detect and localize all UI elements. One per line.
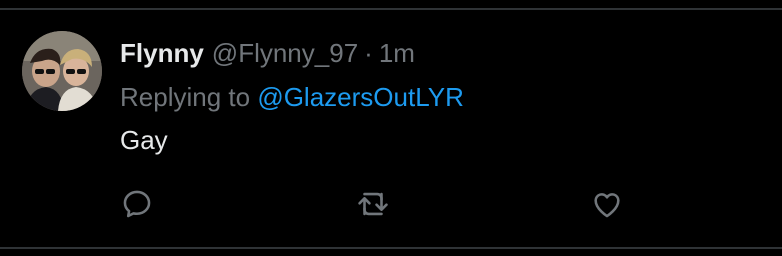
reply-button[interactable] [119, 186, 155, 222]
avatar[interactable] [22, 31, 102, 111]
replying-to-mention[interactable]: @GlazersOutLYR [257, 82, 464, 112]
replying-to-label: Replying to [120, 82, 251, 112]
user-handle[interactable]: @Flynny_97 [212, 36, 358, 70]
display-name[interactable]: Flynny [120, 36, 204, 70]
tweet[interactable]: Flynny @Flynny_97 · 1m Replying to @Glaz… [0, 0, 782, 256]
tweet-text: Gay [120, 125, 168, 155]
divider [0, 8, 782, 10]
like-icon [594, 193, 620, 218]
tweet-header: Flynny @Flynny_97 · 1m [120, 36, 415, 70]
replying-to: Replying to @GlazersOutLYR [120, 80, 464, 114]
like-button[interactable] [589, 186, 625, 222]
retweet-button[interactable] [355, 186, 391, 222]
reply-icon [123, 190, 151, 218]
separator: · [364, 38, 373, 68]
timestamp[interactable]: 1m [379, 36, 415, 70]
retweet-icon [358, 192, 388, 216]
avatar-photo [22, 31, 102, 111]
divider [0, 247, 782, 249]
